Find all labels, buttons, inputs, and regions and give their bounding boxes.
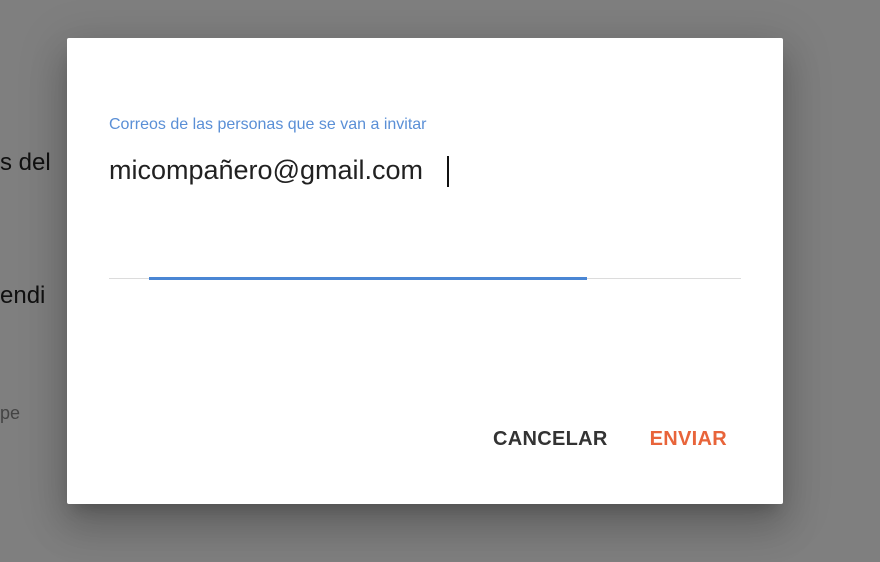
emails-input[interactable]: micompañero@gmail.com — [109, 150, 739, 280]
input-focus-underline — [149, 277, 587, 280]
invite-dialog: Correos de las personas que se van a inv… — [67, 38, 783, 504]
cancel-button[interactable]: CANCELAR — [473, 418, 628, 461]
text-caret — [447, 156, 449, 187]
emails-field-label: Correos de las personas que se van a inv… — [109, 116, 427, 133]
send-button[interactable]: ENVIAR — [630, 418, 747, 461]
dialog-actions: CANCELAR ENVIAR — [473, 418, 783, 461]
